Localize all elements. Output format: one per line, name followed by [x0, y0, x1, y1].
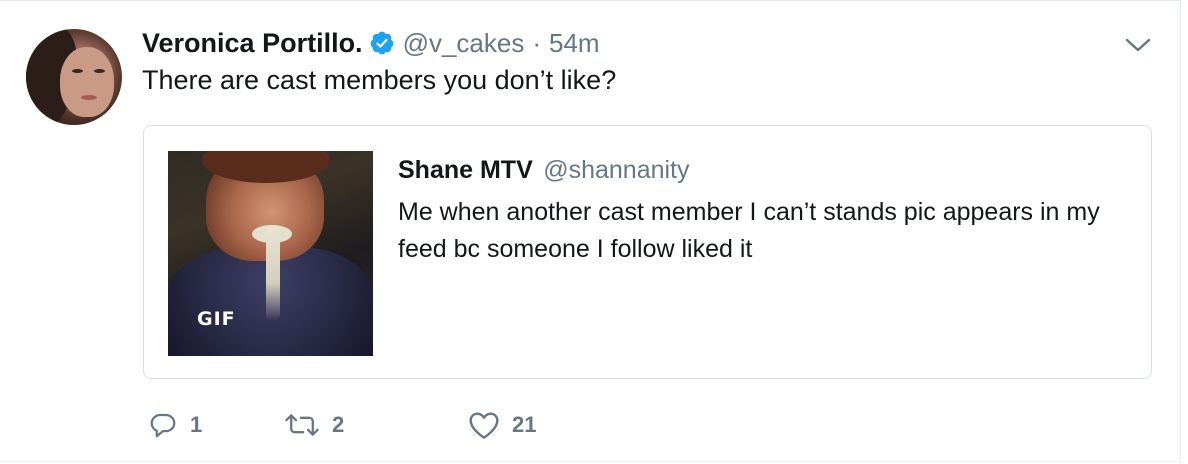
quoted-user-handle: @shannanity [543, 156, 690, 184]
separator-dot: · [532, 27, 542, 58]
heart-icon [469, 412, 499, 439]
quoted-display-name: Shane MTV [398, 156, 533, 184]
gif-figure-drip [266, 225, 280, 321]
avatar-eye [72, 69, 83, 73]
verified-badge-icon [369, 30, 395, 56]
like-count: 21 [512, 412, 537, 437]
gif-badge: GIF [197, 308, 236, 330]
quoted-tweet-header: Shane MTV @shannanity [398, 156, 690, 185]
retweet-button[interactable]: 2 [284, 407, 344, 443]
reply-count: 1 [190, 412, 203, 437]
tweet-text: There are cast members you don’t like? [142, 65, 617, 95]
like-button[interactable]: 21 [468, 407, 536, 443]
display-name[interactable]: Veronica Portillo. [142, 28, 363, 59]
tweet-header: Veronica Portillo. @v_cakes · 54m [142, 27, 600, 59]
reply-button[interactable]: 1 [148, 407, 202, 443]
reply-icon [150, 413, 176, 438]
chevron-down-icon[interactable] [1124, 35, 1152, 55]
avatar-lips [81, 95, 97, 100]
tweet-card[interactable]: Veronica Portillo. @v_cakes · 54m There … [0, 0, 1181, 462]
quoted-tweet[interactable]: GIF Shane MTV @shannanity Me when anothe… [143, 125, 1152, 379]
quoted-tweet-text: Me when another cast member I can’t stan… [398, 198, 1100, 263]
avatar-face [60, 47, 114, 117]
avatar-eye [94, 69, 105, 73]
tweet-time[interactable]: 54m [549, 28, 600, 59]
quoted-tweet-gif[interactable]: GIF [168, 151, 373, 356]
user-handle[interactable]: @v_cakes [403, 28, 525, 59]
retweet-count: 2 [332, 412, 345, 437]
retweet-icon [285, 414, 319, 436]
avatar[interactable] [26, 29, 122, 125]
